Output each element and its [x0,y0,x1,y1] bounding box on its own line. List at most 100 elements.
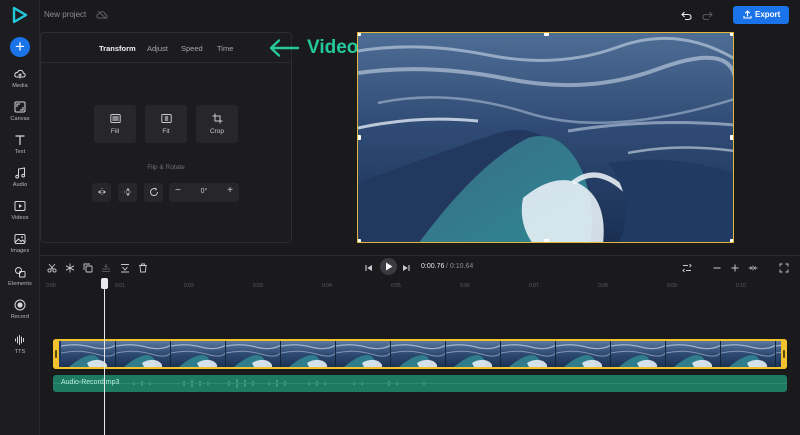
export-button-label: Export [755,10,781,19]
sidebar-item-label: Record [10,314,30,320]
fullscreen-icon[interactable] [779,263,789,273]
sidebar-item-videos[interactable]: Videos [0,200,40,230]
image-icon [14,234,26,244]
resize-handle[interactable] [544,33,549,36]
tab-transform[interactable]: Transform [99,44,136,53]
video-preview[interactable] [357,32,734,243]
video-settings-panel: Transform Adjust Speed Time Fill Fit Cro… [40,32,292,243]
resize-handle[interactable] [730,33,733,36]
sidebar-item-label: Media [12,83,28,89]
collapse-icon[interactable] [120,263,130,273]
align-icon[interactable] [101,263,111,273]
ruler-tick-label: 0:06 [460,283,470,289]
play-button[interactable] [380,258,397,275]
sidebar-item-elements[interactable]: Elements [0,266,40,296]
flip-horizontal-button[interactable] [92,183,111,202]
playhead-line [104,283,105,435]
fit-button[interactable]: Fit [145,105,187,143]
tab-time[interactable]: Time [217,44,233,53]
sidebar-item-record[interactable]: Record [0,299,40,329]
zoom-out-icon[interactable] [712,263,722,273]
audio-waveform [53,379,787,388]
video-editor: + Media Canvas Text Audio Videos Images … [0,0,800,435]
ruler-tick-label: 0:02 [184,283,194,289]
left-sidebar: + Media Canvas Text Audio Videos Images … [0,0,40,435]
fill-button[interactable]: Fill [94,105,136,143]
sidebar-item-audio[interactable]: Audio [0,167,40,197]
playhead-handle[interactable] [101,278,108,289]
trash-icon[interactable] [138,263,148,273]
cloud-off-icon [96,10,108,20]
timeline-ruler[interactable]: 0:00 0:01 0:02 0:03 0:04 0:05 0:06 0:07 … [46,283,792,293]
trim-handle-right[interactable] [781,339,787,369]
skip-forward-icon[interactable] [401,263,411,273]
rotation-stepper[interactable]: − 0° + [169,183,239,202]
add-media-button[interactable]: + [10,37,30,57]
shapes-icon [15,267,26,278]
cloud-upload-icon [14,69,26,79]
ruler-tick-label: 0:08 [598,283,608,289]
sidebar-item-label: Images [10,248,30,254]
total-time: / 0:10.64 [446,263,474,270]
sidebar-item-media[interactable]: Media [0,68,40,98]
rotate-button[interactable] [144,183,163,202]
sidebar-item-text[interactable]: Text [0,134,40,164]
fit-button-label: Fit [162,128,170,135]
ruler-tick-label: 0:04 [322,283,332,289]
timeline-toolbar [40,255,800,279]
resize-handle[interactable] [730,239,733,242]
ruler-tick-label: 0:01 [115,283,125,289]
record-icon [14,299,26,311]
scissors-icon[interactable] [47,263,57,273]
rotate-icon [149,187,158,197]
sidebar-item-tts[interactable]: TTS [0,334,40,364]
ruler-tick-label: 0:09 [667,283,677,289]
split-view-icon[interactable] [682,263,692,273]
resize-handle[interactable] [358,239,361,242]
video-clip[interactable] [53,339,787,369]
resize-handle[interactable] [730,135,733,140]
zoom-in-icon[interactable] [730,263,740,273]
sidebar-item-images[interactable]: Images [0,233,40,263]
app-logo-icon[interactable] [11,6,29,24]
trim-handle-left[interactable] [53,339,59,369]
redo-icon[interactable] [702,10,713,21]
resize-handle[interactable] [358,33,361,36]
freeze-icon[interactable] [65,263,75,273]
flip-vertical-button[interactable] [118,183,137,202]
crop-button[interactable]: Crop [196,105,238,143]
fill-icon [109,114,121,123]
video-thumbnails [61,341,783,367]
flip-rotate-title: Flip & Rotate [147,164,185,171]
settings-tabs: Transform Adjust Speed Time [41,33,291,63]
fill-button-label: Fill [110,128,120,135]
rotation-increase-button[interactable]: + [227,185,233,196]
audio-clip[interactable]: Audio-Record.mp3 [53,375,787,392]
audio-track-name: Audio-Record.mp3 [61,379,120,386]
resize-handle[interactable] [358,135,361,140]
undo-icon[interactable] [681,10,692,21]
canvas-icon [14,101,26,113]
fit-timeline-icon[interactable] [748,263,758,273]
flip-horizontal-icon [97,188,106,196]
play-icon [386,262,393,271]
ruler-tick-label: 0:00 [46,283,56,289]
sidebar-item-label: TTS [14,349,26,355]
video-icon [14,201,26,211]
fit-icon [160,114,172,123]
duplicate-icon[interactable] [83,263,93,273]
sidebar-item-canvas[interactable]: Canvas [0,101,40,131]
tab-speed[interactable]: Speed [181,44,203,53]
ruler-tick-label: 0:05 [391,283,401,289]
tab-adjust[interactable]: Adjust [147,44,168,53]
resize-handle[interactable] [544,239,549,242]
crop-button-label: Crop [209,128,225,135]
skip-back-icon[interactable] [364,263,374,273]
project-name[interactable]: New project [44,10,86,19]
sidebar-item-label: Text [14,149,26,155]
export-button[interactable]: Export [733,6,789,24]
ruler-tick-label: 0:10 [736,283,746,289]
upload-icon [743,10,752,19]
text-icon [15,135,25,145]
music-note-icon [15,167,26,179]
